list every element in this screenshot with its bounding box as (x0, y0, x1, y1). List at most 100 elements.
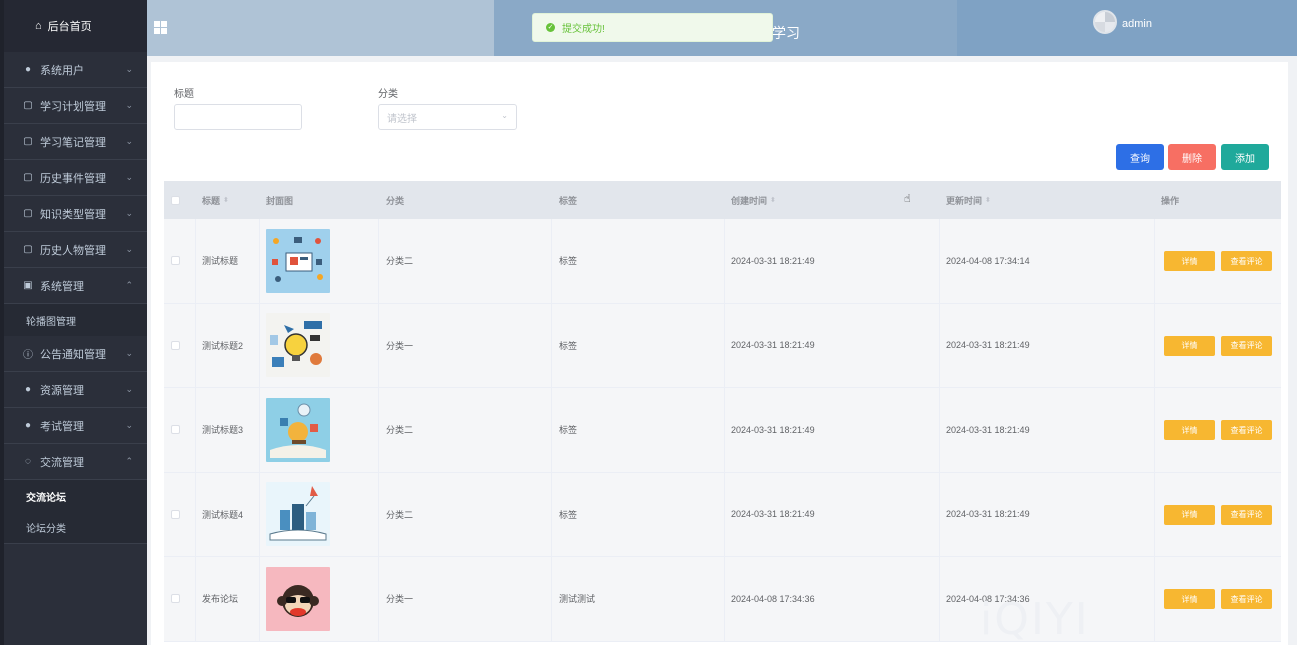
cover-image (266, 566, 330, 631)
table-row: 发布论坛 分类一 测试测试 2024-04-08 17:34:36 2024-0… (164, 557, 1281, 642)
table-row: 测试标题2 分类一 标签 2024-03-31 18:21:49 2024-03… (164, 303, 1281, 388)
column-header-created[interactable]: 创建时间 ⬍ (731, 181, 776, 219)
column-header-updated[interactable]: 更新时间 ⬍ (946, 181, 991, 219)
column-header-cover: 封面图 (266, 195, 294, 206)
row-checkbox[interactable] (171, 425, 180, 435)
sidebar-item-label: 历史事件管理 (40, 172, 106, 185)
chevron-down-icon: ⌄ (125, 208, 133, 218)
avatar[interactable] (1093, 10, 1117, 34)
select-all-checkbox[interactable] (171, 195, 180, 205)
add-button[interactable]: 添加 (1221, 144, 1269, 170)
query-button[interactable]: 查询 (1116, 144, 1164, 170)
doc-icon: ▢ (23, 172, 33, 183)
site-title: 学习 (772, 25, 800, 41)
view-comments-button[interactable]: 查看评论 (1221, 251, 1272, 271)
view-comments-button[interactable]: 查看评论 (1221, 589, 1272, 609)
category-filter-label: 分类 (378, 89, 398, 100)
sidebar-item-system-management[interactable]: ▣ 系统管理 ⌃ (4, 268, 147, 304)
chevron-down-icon: ⌄ (125, 244, 133, 254)
sort-icon[interactable]: ⬍ (223, 196, 229, 204)
row-category: 分类二 (386, 256, 414, 267)
category-select-placeholder: 请选择 (387, 113, 417, 125)
table-row: 测试标题4 分类二 标签 2024-03-31 18:21:49 2024-03… (164, 472, 1281, 557)
row-category: 分类一 (386, 594, 414, 605)
sidebar-item-resources[interactable]: ● 资源管理 ⌄ (4, 372, 147, 408)
sidebar-item-system-users[interactable]: ● 系统用户 ⌄ (4, 52, 147, 88)
info-icon: ⓘ (23, 350, 33, 361)
row-title: 测试标题4 (202, 509, 244, 520)
cover-image (266, 397, 330, 462)
watermark-logo: iQIYI (980, 594, 1090, 645)
title-filter-label: 标题 (174, 89, 194, 100)
title-filter-input[interactable] (174, 104, 302, 130)
view-comments-button[interactable]: 查看评论 (1221, 504, 1272, 525)
sidebar: ⌂ 后台首页 ● 系统用户 ⌄ ▢ 学习计划管理 ⌄ ▢ 学习笔记管理 ⌄ ▢ … (0, 0, 147, 645)
sidebar-item-label: 历史人物管理 (40, 244, 106, 257)
view-comments-button[interactable]: 查看评论 (1221, 335, 1272, 356)
row-checkbox[interactable] (171, 509, 180, 519)
delete-button[interactable]: 删除 (1168, 144, 1216, 170)
row-created: 2024-03-31 18:21:49 (731, 340, 815, 351)
check-circle-icon: ✓ (546, 23, 555, 32)
doc-icon: ▢ (23, 136, 33, 147)
sidebar-subitem-label: 论坛分类 (26, 524, 66, 535)
sidebar-subitem-forum[interactable]: 交流论坛 (4, 480, 147, 512)
row-title: 测试标题 (202, 256, 239, 267)
detail-button[interactable]: 详情 (1164, 589, 1215, 609)
location-icon: ● (24, 384, 32, 395)
table-row: 测试标题3 分类二 标签 2024-03-31 18:21:49 2024-03… (164, 388, 1281, 473)
username[interactable]: admin (1122, 18, 1152, 30)
menu-grid-icon[interactable] (154, 21, 167, 34)
detail-button[interactable]: 详情 (1164, 504, 1215, 525)
sidebar-item-history-events[interactable]: ▢ 历史事件管理 ⌄ (4, 160, 147, 196)
detail-button[interactable]: 详情 (1164, 335, 1215, 356)
success-toast: ✓ 提交成功! (532, 13, 773, 42)
view-comments-button[interactable]: 查看评论 (1221, 420, 1272, 440)
table-header: 标题 ⬍ 封面图 分类 标签 创建时间 ⬍ 更新时间 ⬍ 操作 (164, 181, 1281, 219)
sidebar-subitem-carousel[interactable]: 轮播图管理 (4, 304, 147, 336)
sort-icon[interactable]: ⬍ (985, 196, 991, 204)
table-row: 测试标题 分类二 标签 2024-03-31 18:21:49 2024-04-… (164, 219, 1281, 304)
sidebar-item-label: 系统用户 (40, 64, 84, 77)
column-header-title[interactable]: 标题 ⬍ (202, 181, 229, 219)
chat-icon: ◌ (25, 456, 31, 467)
cover-image (266, 482, 330, 547)
sidebar-item-study-plan[interactable]: ▢ 学习计划管理 ⌄ (4, 88, 147, 124)
row-category: 分类二 (386, 425, 414, 436)
sort-icon[interactable]: ⬍ (770, 196, 776, 204)
chevron-down-icon: ⌄ (125, 64, 133, 74)
detail-button[interactable]: 详情 (1164, 251, 1215, 271)
row-tag: 测试测试 (559, 594, 596, 605)
row-checkbox[interactable] (171, 256, 180, 266)
sidebar-home[interactable]: ⌂ 后台首页 (4, 0, 147, 52)
sidebar-item-historical-figures[interactable]: ▢ 历史人物管理 ⌄ (4, 232, 147, 268)
sidebar-item-study-notes[interactable]: ▢ 学习笔记管理 ⌄ (4, 124, 147, 160)
sidebar-item-knowledge-types[interactable]: ▢ 知识类型管理 ⌄ (4, 196, 147, 232)
sidebar-item-communication[interactable]: ◌ 交流管理 ⌃ (4, 444, 147, 480)
hand-cursor-icon: ☝ (904, 193, 911, 205)
sidebar-item-announcements[interactable]: ⓘ 公告通知管理 ⌄ (4, 336, 147, 372)
chevron-down-icon: ⌄ (125, 136, 133, 146)
cover-image (266, 313, 330, 378)
sidebar-home-label: 后台首页 (47, 21, 92, 33)
sidebar-item-label: 交流管理 (40, 456, 84, 469)
row-updated: 2024-03-31 18:21:49 (946, 509, 1030, 520)
main-content: 标题 分类 请选择 ⌄ 查询 删除 添加 标题 ⬍ 封面图 分类 标签 创建时间 ⬍ (147, 56, 1297, 645)
row-tag: 标签 (559, 340, 578, 351)
detail-button[interactable]: 详情 (1164, 420, 1215, 440)
row-title: 测试标题2 (202, 340, 244, 351)
location-icon: ● (24, 420, 32, 431)
row-tag: 标签 (559, 425, 578, 436)
row-checkbox[interactable] (171, 594, 180, 604)
sidebar-item-label: 公告通知管理 (40, 348, 106, 361)
doc-icon: ▢ (23, 208, 33, 219)
sidebar-item-label: 学习笔记管理 (40, 136, 106, 149)
chevron-down-icon: ⌄ (125, 420, 133, 430)
column-header-tag: 标签 (559, 195, 578, 206)
sidebar-item-exams[interactable]: ● 考试管理 ⌄ (4, 408, 147, 444)
sidebar-subitem-forum-category[interactable]: 论坛分类 (4, 512, 147, 544)
category-select[interactable]: 请选择 ⌄ (378, 104, 517, 130)
sidebar-subitem-label: 交流论坛 (26, 492, 66, 504)
doc-icon: ▢ (23, 244, 33, 255)
row-checkbox[interactable] (171, 340, 180, 350)
